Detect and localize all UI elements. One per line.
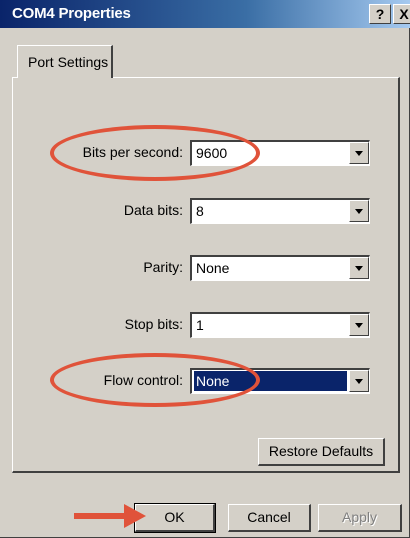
chevron-down-icon[interactable] xyxy=(349,370,369,392)
ok-pointer-arrow xyxy=(74,513,126,519)
help-button[interactable]: ? xyxy=(369,4,391,24)
window-title: COM4 Properties xyxy=(12,5,131,22)
parity-select[interactable]: None xyxy=(190,255,370,281)
data-bits-select[interactable]: 8 xyxy=(190,198,370,224)
chevron-down-icon[interactable] xyxy=(349,314,369,336)
flow-control-label: Flow control: xyxy=(103,372,183,388)
restore-defaults-button[interactable]: Restore Defaults xyxy=(258,438,385,466)
tab-label: Port Settings xyxy=(28,54,109,70)
close-button[interactable]: X xyxy=(393,4,410,24)
chevron-down-icon[interactable] xyxy=(349,200,369,222)
port-settings-panel: Bits per second: 9600 Data bits: 8 Parit… xyxy=(12,77,400,473)
data-bits-label: Data bits: xyxy=(123,202,183,218)
chevron-down-icon[interactable] xyxy=(349,142,369,164)
flow-control-select[interactable]: None xyxy=(190,368,370,394)
stop-bits-label: Stop bits: xyxy=(124,316,183,332)
chevron-down-icon[interactable] xyxy=(349,257,369,279)
stop-bits-value: 1 xyxy=(196,317,204,333)
data-bits-value: 8 xyxy=(196,203,204,219)
cancel-button[interactable]: Cancel xyxy=(228,504,311,532)
parity-label: Parity: xyxy=(143,259,183,275)
apply-button[interactable]: Apply xyxy=(318,504,402,532)
bits-per-second-select[interactable]: 9600 xyxy=(190,140,370,166)
bits-per-second-label: Bits per second: xyxy=(82,144,183,160)
flow-control-value: None xyxy=(194,371,347,391)
arrow-head-icon xyxy=(124,504,146,528)
tab-port-settings[interactable]: Port Settings xyxy=(17,45,113,78)
ok-button[interactable]: OK xyxy=(134,503,216,533)
properties-dialog: COM4 Properties ? X Port Settings Bits p… xyxy=(0,0,410,538)
title-bar: COM4 Properties ? X xyxy=(0,0,410,28)
parity-value: None xyxy=(196,260,230,276)
stop-bits-select[interactable]: 1 xyxy=(190,312,370,338)
bits-per-second-value: 9600 xyxy=(196,145,228,161)
